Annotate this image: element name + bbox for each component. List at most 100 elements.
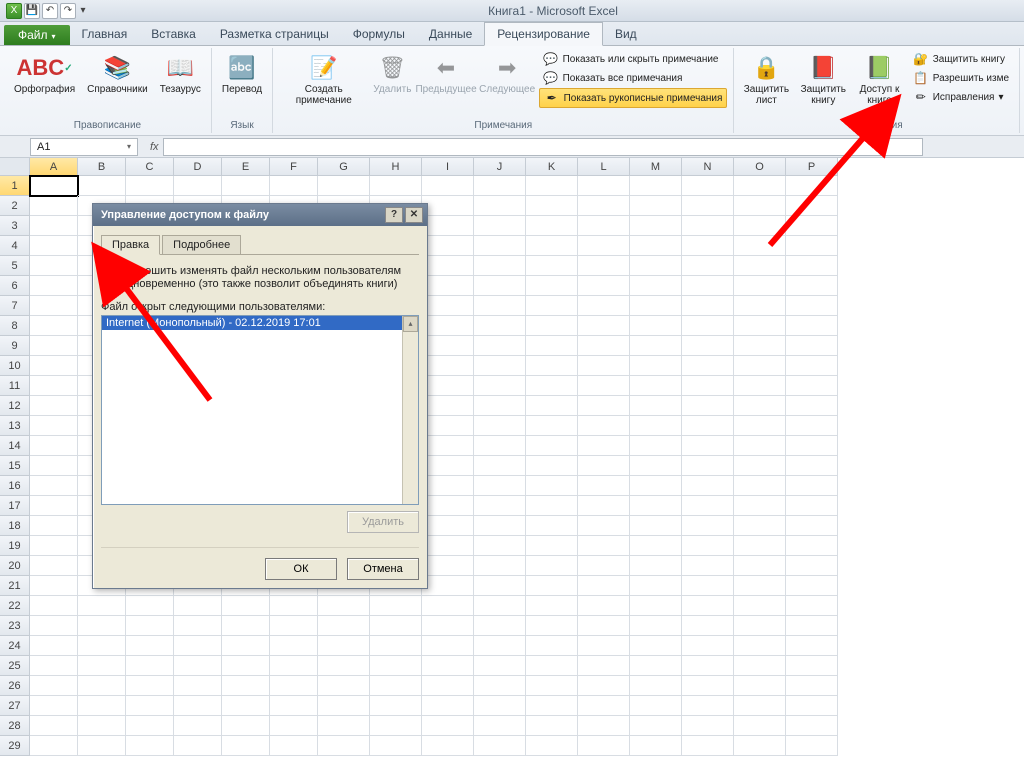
row-header-20[interactable]: 20 — [0, 556, 30, 576]
cell-I17[interactable] — [422, 496, 474, 516]
cell-I10[interactable] — [422, 356, 474, 376]
cell-M17[interactable] — [630, 496, 682, 516]
cell-N17[interactable] — [682, 496, 734, 516]
cell-P11[interactable] — [786, 376, 838, 396]
cell-A24[interactable] — [30, 636, 78, 656]
cell-J21[interactable] — [474, 576, 526, 596]
cell-I13[interactable] — [422, 416, 474, 436]
row-header-29[interactable]: 29 — [0, 736, 30, 756]
cell-K27[interactable] — [526, 696, 578, 716]
cell-K17[interactable] — [526, 496, 578, 516]
cell-D27[interactable] — [174, 696, 222, 716]
cell-J1[interactable] — [474, 176, 526, 196]
row-header-24[interactable]: 24 — [0, 636, 30, 656]
cell-M13[interactable] — [630, 416, 682, 436]
cell-A26[interactable] — [30, 676, 78, 696]
cell-N26[interactable] — [682, 676, 734, 696]
cell-N5[interactable] — [682, 256, 734, 276]
cell-K10[interactable] — [526, 356, 578, 376]
cell-E28[interactable] — [222, 716, 270, 736]
col-header-C[interactable]: C — [126, 158, 174, 176]
tab-insert[interactable]: Вставка — [139, 23, 208, 45]
cell-I24[interactable] — [422, 636, 474, 656]
thesaurus-button[interactable]: 📖Тезаурус — [156, 50, 205, 118]
row-header-5[interactable]: 5 — [0, 256, 30, 276]
row-header-6[interactable]: 6 — [0, 276, 30, 296]
row-header-27[interactable]: 27 — [0, 696, 30, 716]
cell-J28[interactable] — [474, 716, 526, 736]
cell-O17[interactable] — [734, 496, 786, 516]
col-header-K[interactable]: K — [526, 158, 578, 176]
cell-I7[interactable] — [422, 296, 474, 316]
cell-E1[interactable] — [222, 176, 270, 196]
cell-I29[interactable] — [422, 736, 474, 756]
cell-G26[interactable] — [318, 676, 370, 696]
cell-P25[interactable] — [786, 656, 838, 676]
cell-B24[interactable] — [78, 636, 126, 656]
cell-I26[interactable] — [422, 676, 474, 696]
cell-C28[interactable] — [126, 716, 174, 736]
cell-P21[interactable] — [786, 576, 838, 596]
cell-J19[interactable] — [474, 536, 526, 556]
cell-J27[interactable] — [474, 696, 526, 716]
cell-I11[interactable] — [422, 376, 474, 396]
row-header-17[interactable]: 17 — [0, 496, 30, 516]
tab-formulas[interactable]: Формулы — [341, 23, 417, 45]
cell-J9[interactable] — [474, 336, 526, 356]
allow-multi-user-checkbox[interactable] — [103, 266, 116, 279]
row-header-14[interactable]: 14 — [0, 436, 30, 456]
cell-D25[interactable] — [174, 656, 222, 676]
protect-share-button[interactable]: 🔐Защитить книгу — [909, 50, 1013, 68]
cell-N2[interactable] — [682, 196, 734, 216]
col-header-G[interactable]: G — [318, 158, 370, 176]
cell-L23[interactable] — [578, 616, 630, 636]
select-all-corner[interactable] — [0, 158, 30, 176]
cell-A25[interactable] — [30, 656, 78, 676]
cell-I16[interactable] — [422, 476, 474, 496]
cell-H25[interactable] — [370, 656, 422, 676]
cell-K4[interactable] — [526, 236, 578, 256]
cell-M11[interactable] — [630, 376, 682, 396]
cell-L28[interactable] — [578, 716, 630, 736]
cell-L12[interactable] — [578, 396, 630, 416]
dialog-tab-edit[interactable]: Правка — [101, 235, 160, 255]
cell-L10[interactable] — [578, 356, 630, 376]
cell-J10[interactable] — [474, 356, 526, 376]
cell-M10[interactable] — [630, 356, 682, 376]
cell-P17[interactable] — [786, 496, 838, 516]
cell-K18[interactable] — [526, 516, 578, 536]
cell-K9[interactable] — [526, 336, 578, 356]
cell-G23[interactable] — [318, 616, 370, 636]
cell-B26[interactable] — [78, 676, 126, 696]
cell-M18[interactable] — [630, 516, 682, 536]
cell-O5[interactable] — [734, 256, 786, 276]
cell-A4[interactable] — [30, 236, 78, 256]
row-header-15[interactable]: 15 — [0, 456, 30, 476]
col-header-B[interactable]: B — [78, 158, 126, 176]
cell-N6[interactable] — [682, 276, 734, 296]
cell-K21[interactable] — [526, 576, 578, 596]
cell-P14[interactable] — [786, 436, 838, 456]
cell-O29[interactable] — [734, 736, 786, 756]
cell-O27[interactable] — [734, 696, 786, 716]
cell-A13[interactable] — [30, 416, 78, 436]
cell-I22[interactable] — [422, 596, 474, 616]
tab-file[interactable]: Файл — [4, 25, 70, 45]
cell-P15[interactable] — [786, 456, 838, 476]
cell-O14[interactable] — [734, 436, 786, 456]
cell-A7[interactable] — [30, 296, 78, 316]
cell-L29[interactable] — [578, 736, 630, 756]
qat-save-icon[interactable]: 💾 — [24, 3, 40, 19]
cell-C23[interactable] — [126, 616, 174, 636]
dialog-help-icon[interactable]: ? — [385, 207, 403, 223]
cell-M20[interactable] — [630, 556, 682, 576]
row-header-7[interactable]: 7 — [0, 296, 30, 316]
tab-view[interactable]: Вид — [603, 23, 649, 45]
cell-M6[interactable] — [630, 276, 682, 296]
cell-M4[interactable] — [630, 236, 682, 256]
users-list[interactable]: Internet (Монопольный) - 02.12.2019 17:0… — [101, 315, 419, 505]
cell-N4[interactable] — [682, 236, 734, 256]
cell-O21[interactable] — [734, 576, 786, 596]
col-header-L[interactable]: L — [578, 158, 630, 176]
cell-D28[interactable] — [174, 716, 222, 736]
